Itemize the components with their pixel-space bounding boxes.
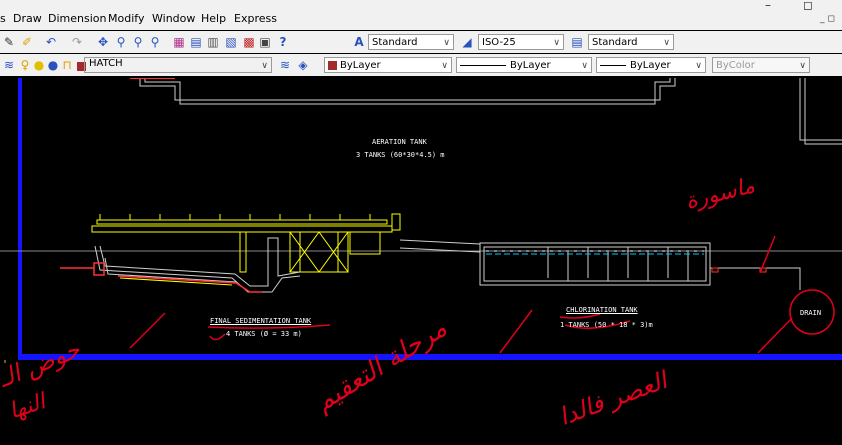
pan-icon[interactable]: ✥	[96, 35, 110, 49]
text-style-icon: A	[354, 35, 364, 49]
plot-style-value: ByColor	[716, 60, 755, 71]
sedimentation-title: FINAL SEDIMENTATION TANK	[210, 317, 312, 325]
dim-style-value: ISO-25	[482, 37, 516, 48]
aeration-walls	[139, 78, 842, 145]
drawing-graphics	[0, 78, 842, 363]
menu-window[interactable]: Window	[152, 12, 195, 25]
redo-icon[interactable]: ↷	[70, 35, 84, 49]
menu-bar: s Draw Dimension Modify Window Help Expr…	[0, 0, 842, 30]
sheet-set-icon[interactable]: ▧	[224, 35, 238, 49]
bulb-icon[interactable]: ♀	[18, 58, 32, 72]
chevron-down-icon: ∨	[663, 38, 670, 48]
layers-toolbar: ≋ ♀ ● ● ⊓ HATCH ∨ ≋ ◈ ByLayer ∨ ByLayer ∨ …	[0, 54, 842, 76]
design-center-icon[interactable]: ▤	[189, 35, 203, 49]
menu-s[interactable]: s	[0, 12, 6, 25]
match-properties-icon[interactable]: ✐	[20, 35, 34, 49]
chevron-down-icon: ∨	[443, 38, 450, 48]
menu-draw[interactable]: Draw	[13, 12, 42, 25]
lineweight-sample	[600, 64, 626, 66]
chevron-down-icon: ∨	[581, 61, 588, 71]
dim-style-select[interactable]: ISO-25 ∨	[478, 34, 564, 50]
zoom-previous-icon[interactable]: ⚲	[148, 35, 162, 49]
calculator-icon[interactable]: ▣	[258, 35, 272, 49]
aeration-title: AERATION TANK	[372, 138, 427, 146]
properties-icon[interactable]: ▦	[172, 35, 186, 49]
menu-express[interactable]: Express	[234, 12, 277, 25]
menu-help[interactable]: Help	[201, 12, 226, 25]
inner-restore-button[interactable]: _ ◻	[820, 14, 835, 24]
chlorination-subtitle: 1 TANKS (50 * 18 * 3)m	[560, 321, 653, 329]
color-swatch	[328, 60, 337, 70]
menu-dimension[interactable]: Dimension	[48, 12, 106, 25]
table-style-select[interactable]: Standard ∨	[588, 34, 674, 50]
color-select[interactable]: ByLayer ∨	[324, 57, 452, 73]
sedimentation-bridge	[91, 213, 401, 273]
chlorination-title: CHLORINATION TANK	[566, 306, 638, 314]
aeration-subtitle: 3 TANKS (60*30*4.5) m	[356, 151, 445, 159]
text-style-value: Standard	[372, 37, 418, 48]
color-value: ByLayer	[340, 60, 381, 71]
layer-manager-icon[interactable]: ≋	[2, 58, 16, 72]
standard-toolbar: ✎ ✐ ↶ ↷ ✥ ⚲ ⚲ ⚲ ▦ ▤ ▥ ▧ ▩ ▣ ? A Standard…	[0, 31, 842, 53]
chevron-down-icon: ∨	[799, 61, 806, 71]
tool-palettes-icon[interactable]: ▥	[206, 35, 220, 49]
minimize-button[interactable]: –	[765, 0, 771, 12]
menu-modify[interactable]: Modify	[108, 12, 144, 25]
viewport-icon[interactable]: ●	[46, 58, 60, 72]
chevron-down-icon: ∨	[553, 38, 560, 48]
pencil-icon[interactable]: ✎	[2, 35, 16, 49]
chevron-down-icon: ∨	[695, 61, 702, 71]
linetype-value: ByLayer	[510, 60, 551, 71]
linetype-sample	[460, 64, 506, 66]
sun-icon[interactable]: ●	[32, 58, 46, 72]
make-current-layer-icon[interactable]: ≋	[278, 58, 292, 72]
transfer-channel	[399, 239, 481, 253]
lock-icon[interactable]: ⊓	[60, 58, 74, 72]
chlorination-tank	[479, 242, 801, 290]
sedimentation-subtitle: 4 TANKS (Ø = 33 m)	[226, 330, 302, 338]
chevron-down-icon: ∨	[441, 61, 448, 71]
table-style-value: Standard	[592, 37, 638, 48]
bridge-railing	[99, 214, 371, 220]
layer-select[interactable]: ∨	[84, 57, 272, 73]
zoom-window-icon[interactable]: ⚲	[131, 35, 145, 49]
restore-button[interactable]: ◻	[803, 0, 813, 12]
markup-icon[interactable]: ▩	[242, 35, 256, 49]
dim-style-icon: ◢	[462, 35, 472, 49]
drawing-canvas[interactable]: AERATION TANK 3 TANKS (60*30*4.5) m FINA…	[0, 78, 842, 445]
outlet-detail	[711, 267, 767, 273]
drain-label: DRAIN	[800, 309, 822, 317]
sedimentation-tank	[94, 237, 301, 293]
plot-style-select[interactable]: ByColor ∨	[712, 57, 810, 73]
lineweight-value: ByLayer	[630, 60, 671, 71]
chevron-down-icon: ∨	[261, 61, 268, 71]
table-style-icon: ▤	[571, 35, 583, 49]
zoom-realtime-icon[interactable]: ⚲	[114, 35, 128, 49]
text-style-select[interactable]: Standard ∨	[368, 34, 454, 50]
help-icon[interactable]: ?	[276, 35, 290, 49]
undo-icon[interactable]: ↶	[44, 35, 58, 49]
linetype-select[interactable]: ByLayer ∨	[456, 57, 592, 73]
lineweight-select[interactable]: ByLayer ∨	[596, 57, 706, 73]
layer-previous-icon[interactable]: ◈	[296, 58, 310, 72]
